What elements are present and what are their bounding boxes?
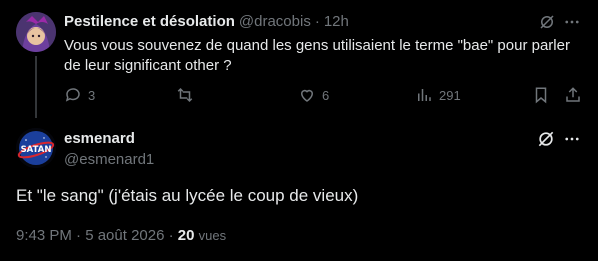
retweet-button[interactable] xyxy=(176,86,194,104)
like-count: 6 xyxy=(322,87,330,103)
author-name[interactable]: Pestilence et désolation xyxy=(64,13,235,30)
like-button[interactable]: 6 xyxy=(298,86,329,104)
views-count: 291 xyxy=(439,87,461,103)
main-grok xyxy=(536,129,556,149)
action-bar: 3 6 291 xyxy=(64,86,586,106)
bookmark-icon xyxy=(535,87,547,104)
avatar[interactable] xyxy=(16,12,56,52)
views-count: 20 xyxy=(177,227,195,244)
retweet-icon xyxy=(177,87,193,103)
post-meta: 9:43 PM · 5 août 2026 · 20 vues xyxy=(16,227,226,244)
post-time[interactable]: 12h xyxy=(324,13,349,30)
views-button[interactable]: 291 xyxy=(415,86,461,104)
main-more xyxy=(562,129,582,149)
reply-header: Pestilence et désolation @dracobis · 12h xyxy=(64,13,349,30)
author-name[interactable]: esmenard xyxy=(64,130,135,147)
grok-icon[interactable] xyxy=(536,129,556,149)
author-handle[interactable]: @dracobis xyxy=(239,13,311,30)
reply-count: 3 xyxy=(88,87,96,103)
grok-icon[interactable] xyxy=(537,12,557,32)
avatar[interactable]: SATAN xyxy=(16,128,56,168)
post-text: Et "le sang" (j'étais au lycée le coup d… xyxy=(16,186,359,205)
avatar-image: SATAN xyxy=(16,128,56,168)
more-icon[interactable] xyxy=(562,12,582,32)
avatar-image xyxy=(16,12,56,52)
more-icon[interactable] xyxy=(562,129,582,149)
reply-top-icons xyxy=(537,12,557,32)
reply-icon xyxy=(65,88,80,102)
author-handle[interactable]: @esmenard1 xyxy=(64,151,154,168)
views-icon xyxy=(418,89,431,101)
post-timestamp[interactable]: 9:43 PM · 5 août 2026 · xyxy=(16,227,178,244)
views-label: vues xyxy=(198,228,227,243)
share-button[interactable] xyxy=(564,86,582,104)
share-icon xyxy=(566,87,580,102)
reply-button[interactable]: 3 xyxy=(64,86,95,104)
avatar-text: SATAN xyxy=(21,145,52,155)
bookmark-button[interactable] xyxy=(532,86,550,104)
reply-more xyxy=(562,12,582,32)
separator-dot: · xyxy=(314,13,320,30)
thread-line xyxy=(35,56,37,118)
heart-icon xyxy=(300,89,314,102)
reply-text: Vous vous souvenez de quand les gens uti… xyxy=(64,37,570,74)
